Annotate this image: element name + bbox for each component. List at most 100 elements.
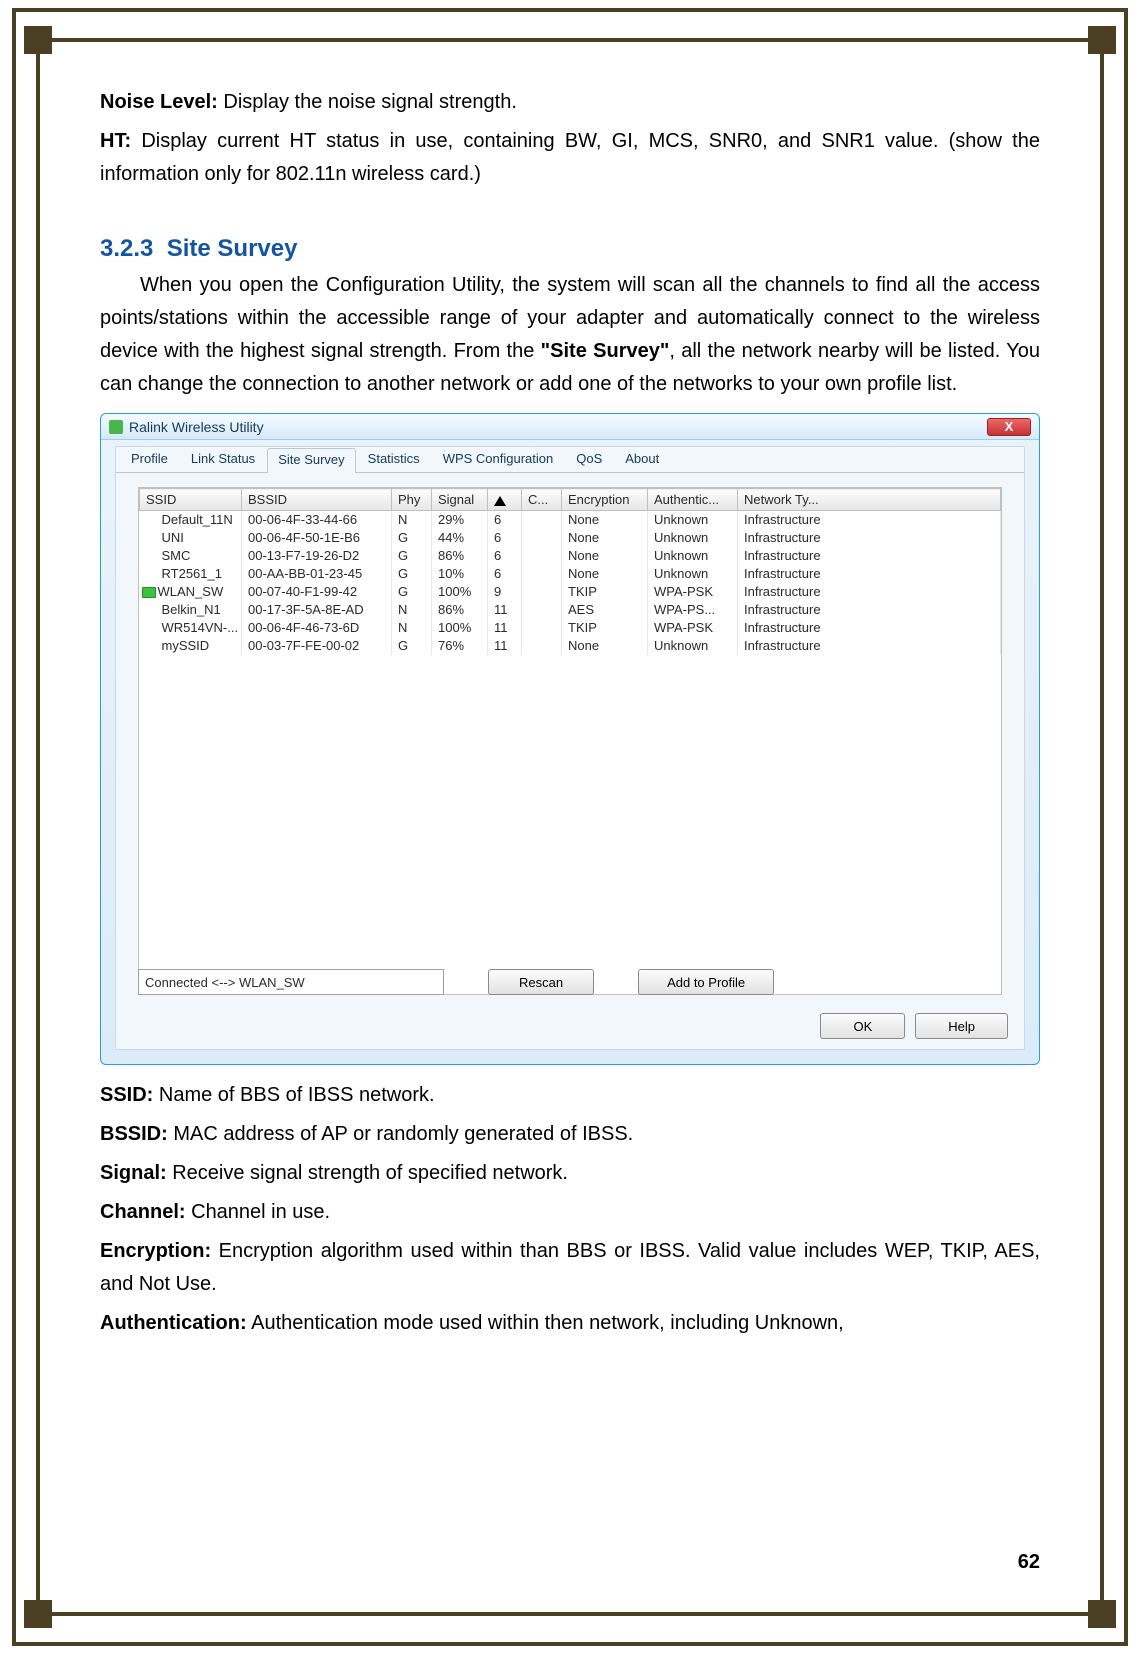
table-cell: None xyxy=(562,637,648,655)
table-cell: 00-06-4F-46-73-6D xyxy=(242,619,392,637)
table-row[interactable]: UNI00-06-4F-50-1E-B6G44%6NoneUnknownInfr… xyxy=(140,529,1001,547)
table-cell: Infrastructure xyxy=(738,511,1001,529)
column-header[interactable]: BSSID xyxy=(242,489,392,511)
table-cell: WLAN_SW xyxy=(140,583,242,601)
table-cell: 6 xyxy=(488,547,522,565)
tab-qos[interactable]: QoS xyxy=(565,447,613,472)
close-button[interactable]: X xyxy=(987,418,1031,436)
table-cell: 86% xyxy=(432,601,488,619)
table-cell: RT2561_1 xyxy=(140,565,242,583)
table-cell: 00-17-3F-5A-8E-AD xyxy=(242,601,392,619)
table-cell: SMC xyxy=(140,547,242,565)
tab-wps-configuration[interactable]: WPS Configuration xyxy=(432,447,565,472)
table-cell: Unknown xyxy=(648,529,738,547)
table-row[interactable]: Belkin_N100-17-3F-5A-8E-ADN86%11AESWPA-P… xyxy=(140,601,1001,619)
table-cell: None xyxy=(562,529,648,547)
bssid-paragraph: BSSID: MAC address of AP or randomly gen… xyxy=(100,1118,1040,1151)
tab-about[interactable]: About xyxy=(614,447,670,472)
table-cell: Infrastructure xyxy=(738,637,1001,655)
tab-link-status[interactable]: Link Status xyxy=(180,447,266,472)
table-cell: WPA-PSK xyxy=(648,619,738,637)
table-cell: 76% xyxy=(432,637,488,655)
table-cell: Infrastructure xyxy=(738,565,1001,583)
networks-table[interactable]: SSIDBSSIDPhySignal C...EncryptionAuthenti… xyxy=(139,488,1001,655)
table-cell xyxy=(522,547,562,565)
table-cell: TKIP xyxy=(562,583,648,601)
window-title: Ralink Wireless Utility xyxy=(129,419,264,435)
table-cell: AES xyxy=(562,601,648,619)
add-to-profile-button[interactable]: Add to Profile xyxy=(638,969,774,995)
table-cell xyxy=(522,565,562,583)
noise-level-paragraph: Noise Level: Display the noise signal st… xyxy=(100,86,1040,119)
noise-level-label: Noise Level: xyxy=(100,91,218,113)
table-cell: 11 xyxy=(488,619,522,637)
table-cell: Unknown xyxy=(648,565,738,583)
table-row[interactable]: mySSID00-03-7F-FE-00-02G76%11NoneUnknown… xyxy=(140,637,1001,655)
table-row[interactable]: Default_11N00-06-4F-33-44-66N29%6NoneUnk… xyxy=(140,511,1001,529)
table-cell: Default_11N xyxy=(140,511,242,529)
table-cell: 86% xyxy=(432,547,488,565)
column-header[interactable]: C... xyxy=(522,489,562,511)
authentication-paragraph: Authentication: Authentication mode used… xyxy=(100,1307,1040,1340)
column-header[interactable] xyxy=(488,489,522,511)
table-row[interactable]: RT2561_100-AA-BB-01-23-45G10%6NoneUnknow… xyxy=(140,565,1001,583)
ok-button[interactable]: OK xyxy=(820,1013,905,1039)
tab-site-survey[interactable]: Site Survey xyxy=(267,448,355,473)
app-window: Ralink Wireless Utility X ProfileLink St… xyxy=(100,413,1040,1065)
section-number: 3.2.3 xyxy=(100,235,153,262)
ht-label: HT: xyxy=(100,130,131,152)
table-cell: 100% xyxy=(432,583,488,601)
table-cell: N xyxy=(392,601,432,619)
connection-status xyxy=(138,969,444,995)
table-cell xyxy=(522,601,562,619)
table-cell xyxy=(522,637,562,655)
table-cell: 44% xyxy=(432,529,488,547)
table-cell xyxy=(522,529,562,547)
app-icon xyxy=(109,420,123,434)
corner-decoration xyxy=(24,1600,52,1628)
rescan-button[interactable]: Rescan xyxy=(488,969,594,995)
table-cell: 00-03-7F-FE-00-02 xyxy=(242,637,392,655)
page-number: 62 xyxy=(1018,1551,1040,1574)
table-cell: None xyxy=(562,547,648,565)
table-cell: 29% xyxy=(432,511,488,529)
table-cell: N xyxy=(392,619,432,637)
table-cell: Infrastructure xyxy=(738,529,1001,547)
table-cell: Belkin_N1 xyxy=(140,601,242,619)
column-header[interactable]: Network Ty... xyxy=(738,489,1001,511)
channel-paragraph: Channel: Channel in use. xyxy=(100,1196,1040,1229)
window-titlebar: Ralink Wireless Utility X xyxy=(101,414,1039,440)
table-cell: 00-07-40-F1-99-42 xyxy=(242,583,392,601)
table-cell: 00-06-4F-33-44-66 xyxy=(242,511,392,529)
table-cell: Infrastructure xyxy=(738,547,1001,565)
table-cell: Unknown xyxy=(648,547,738,565)
table-cell: mySSID xyxy=(140,637,242,655)
table-cell: None xyxy=(562,511,648,529)
section-title: Site Survey xyxy=(167,235,298,262)
ssid-paragraph: SSID: Name of BBS of IBSS network. xyxy=(100,1079,1040,1112)
encryption-paragraph: Encryption: Encryption algorithm used wi… xyxy=(100,1235,1040,1301)
table-cell: Unknown xyxy=(648,637,738,655)
table-row[interactable]: WR514VN-...00-06-4F-46-73-6DN100%11TKIPW… xyxy=(140,619,1001,637)
noise-level-desc: Display the noise signal strength. xyxy=(218,91,517,113)
tab-strip: ProfileLink StatusSite SurveyStatisticsW… xyxy=(116,447,1024,473)
tab-statistics[interactable]: Statistics xyxy=(357,447,431,472)
column-header[interactable]: Signal xyxy=(432,489,488,511)
ht-paragraph: HT: Display current HT status in use, co… xyxy=(100,125,1040,191)
column-header[interactable]: Encryption xyxy=(562,489,648,511)
help-button[interactable]: Help xyxy=(915,1013,1008,1039)
tab-profile[interactable]: Profile xyxy=(120,447,179,472)
column-header[interactable]: Phy xyxy=(392,489,432,511)
table-row[interactable]: WLAN_SW00-07-40-F1-99-42G100%9TKIPWPA-PS… xyxy=(140,583,1001,601)
table-cell: Infrastructure xyxy=(738,619,1001,637)
sort-indicator-icon xyxy=(494,496,506,506)
table-cell: 10% xyxy=(432,565,488,583)
table-cell: G xyxy=(392,583,432,601)
column-header[interactable]: Authentic... xyxy=(648,489,738,511)
table-row[interactable]: SMC00-13-F7-19-26-D2G86%6NoneUnknownInfr… xyxy=(140,547,1001,565)
connected-icon xyxy=(142,587,156,598)
corner-decoration xyxy=(24,26,52,54)
table-cell: G xyxy=(392,529,432,547)
column-header[interactable]: SSID xyxy=(140,489,242,511)
table-cell: Unknown xyxy=(648,511,738,529)
